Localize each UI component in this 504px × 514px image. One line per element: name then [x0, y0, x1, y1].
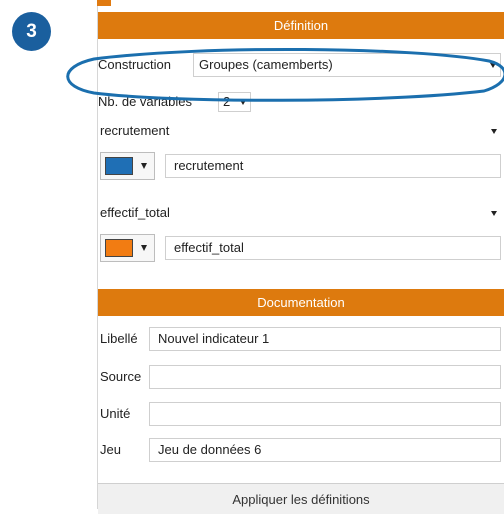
indicator-panel: Définition Construction Groupes (camembe…: [97, 6, 504, 514]
variable-2-color-picker[interactable]: [100, 234, 155, 262]
chevron-down-icon: [141, 245, 147, 251]
jeu-row: Jeu Jeu de données 6: [98, 438, 504, 466]
construction-select-value: Groupes (camemberts): [199, 57, 333, 72]
libelle-label: Libellé: [100, 331, 138, 346]
unite-row: Unité: [98, 402, 504, 430]
unite-label: Unité: [100, 406, 131, 421]
chevron-down-icon: [490, 63, 496, 68]
nb-variables-value: 2: [223, 94, 231, 109]
apply-definitions-button[interactable]: Appliquer les définitions: [98, 483, 504, 514]
variable-1-row: recrutement: [98, 152, 504, 180]
variable-1-select[interactable]: recrutement: [98, 120, 501, 144]
documentation-header-label: Documentation: [257, 295, 345, 310]
variable-2-select-row: effectif_total: [98, 202, 504, 230]
source-label: Source: [100, 369, 142, 384]
libelle-value: Nouvel indicateur 1: [158, 331, 270, 346]
construction-select[interactable]: Groupes (camemberts): [193, 53, 501, 77]
chevron-down-icon: [491, 129, 497, 134]
variable-1-color-picker[interactable]: [100, 152, 155, 180]
apply-definitions-label: Appliquer les définitions: [232, 491, 370, 507]
variable-1-select-row: recrutement: [98, 120, 504, 148]
nb-variables-row: Nb. de variables 2: [98, 90, 504, 118]
variable-1-name: recrutement: [174, 158, 244, 173]
libelle-input[interactable]: Nouvel indicateur 1: [149, 327, 501, 351]
variable-1-select-value: recrutement: [100, 123, 170, 138]
step-badge: 3: [12, 12, 51, 51]
variable-2-select[interactable]: effectif_total: [98, 202, 501, 226]
libelle-row: Libellé Nouvel indicateur 1: [98, 327, 504, 355]
nb-variables-select[interactable]: 2: [218, 92, 251, 112]
variable-2-row: effectif_total: [98, 234, 504, 262]
chevron-down-icon: [240, 100, 246, 105]
chevron-down-icon: [491, 211, 497, 216]
chevron-down-icon: [141, 163, 147, 169]
unite-input[interactable]: [149, 402, 501, 426]
source-input[interactable]: [149, 365, 501, 389]
jeu-value: Jeu de données 6: [158, 442, 262, 457]
documentation-header: Documentation: [98, 289, 504, 316]
nb-variables-label: Nb. de variables: [98, 94, 192, 109]
color-swatch: [105, 157, 133, 175]
color-swatch: [105, 239, 133, 257]
source-row: Source: [98, 365, 504, 393]
jeu-label: Jeu: [100, 442, 121, 457]
variable-2-select-value: effectif_total: [100, 205, 170, 220]
variable-2-name-input[interactable]: effectif_total: [165, 236, 501, 260]
variable-2-name: effectif_total: [174, 240, 244, 255]
construction-label: Construction: [98, 57, 171, 72]
step-number: 3: [26, 20, 37, 42]
jeu-input[interactable]: Jeu de données 6: [149, 438, 501, 462]
variable-1-name-input[interactable]: recrutement: [165, 154, 501, 178]
construction-row: Construction Groupes (camemberts): [98, 53, 504, 81]
definition-header-label: Définition: [273, 18, 329, 33]
definition-header: Définition: [98, 12, 504, 39]
